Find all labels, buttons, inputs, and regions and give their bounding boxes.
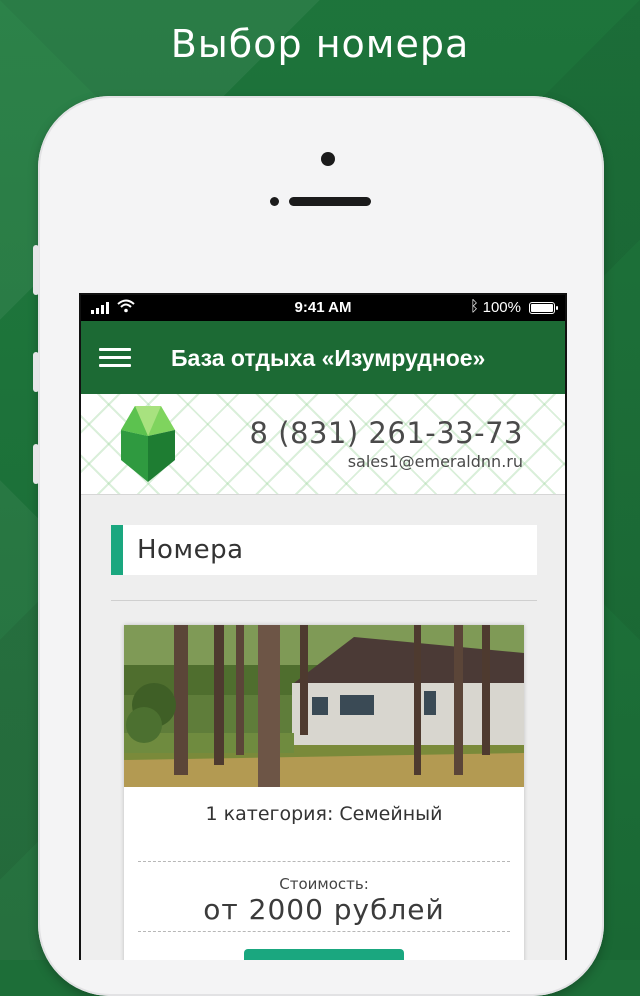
hamburger-menu-icon[interactable] <box>99 348 131 368</box>
status-bar: 9:41 AM ᛒ 100% <box>81 295 565 321</box>
room-name: 1 категория: Семейный <box>205 803 443 825</box>
room-card[interactable]: 1 категория: Семейный Стоимость: от 2000… <box>124 625 524 960</box>
bluetooth-icon: ᛒ <box>469 298 479 315</box>
section-header: Номера <box>111 525 537 575</box>
contact-header: 8 (831) 261-33-73 sales1@emeraldnn.ru <box>81 394 565 495</box>
contact-phone[interactable]: 8 (831) 261-33-73 <box>250 416 523 450</box>
section-divider <box>111 600 537 601</box>
volume-up-button <box>33 352 39 392</box>
contact-email[interactable]: sales1@emeraldnn.ru <box>348 452 523 471</box>
promo-title: Выбор номера <box>170 22 470 66</box>
room-details-button[interactable] <box>244 949 404 960</box>
emerald-logo <box>121 406 175 482</box>
mute-switch <box>33 245 39 295</box>
battery-icon <box>529 302 558 314</box>
room-price: от 2000 рублей <box>203 893 445 926</box>
section-title: Номера <box>137 535 244 565</box>
room-photo <box>124 625 524 787</box>
battery-percent: 100% <box>482 299 521 316</box>
front-camera <box>270 197 279 206</box>
earpiece-speaker <box>289 197 371 206</box>
volume-down-button <box>33 444 39 484</box>
card-divider <box>138 931 510 932</box>
front-sensor <box>321 152 335 166</box>
app-bar: База отдыха «Изумрудное» <box>81 321 565 394</box>
card-divider <box>138 861 510 862</box>
app-screen: 9:41 AM ᛒ 100% База отдыха «Изумрудное» … <box>79 293 567 960</box>
price-label: Стоимость: <box>279 875 369 893</box>
app-title: База отдыха «Изумрудное» <box>171 345 486 371</box>
section-accent-bar <box>111 525 123 575</box>
